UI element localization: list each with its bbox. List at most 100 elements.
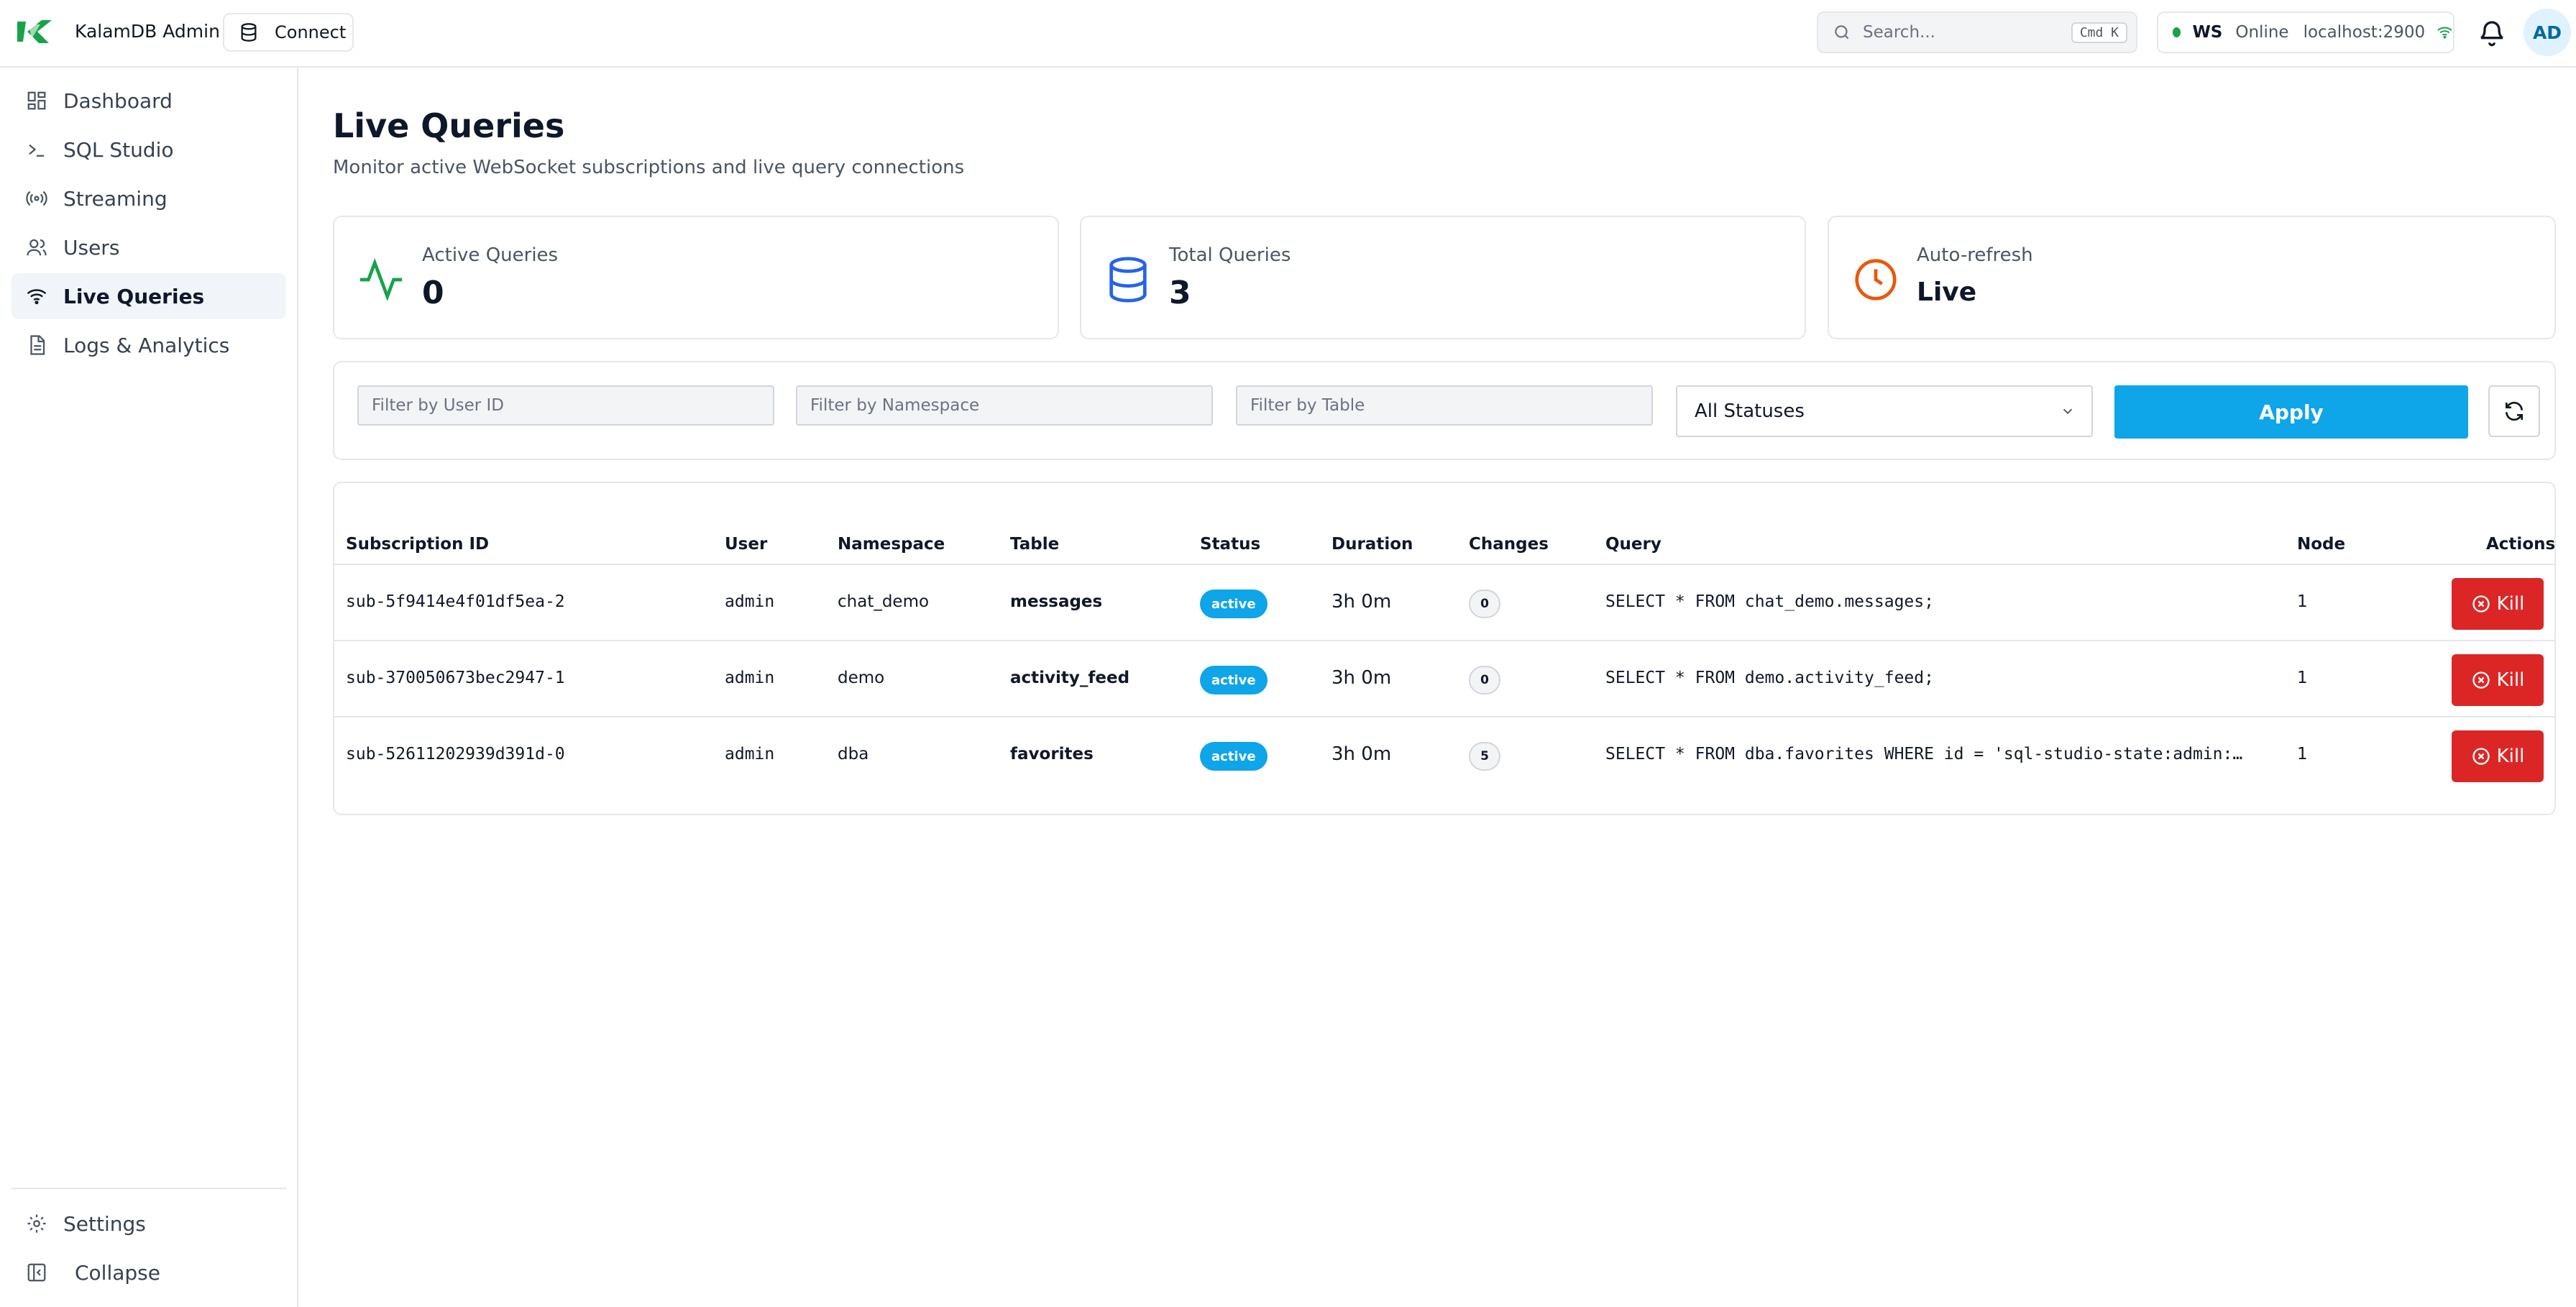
stat-label: Total Queries (1169, 244, 1291, 266)
stat-card-auto-refresh: Auto-refresh Live (1828, 216, 2556, 339)
status-dot (2173, 27, 2181, 37)
kill-label: Kill (2496, 669, 2525, 691)
chevron-down-icon (2063, 408, 2073, 415)
table-row: sub-370050673bec2947-1 admin demo activi… (334, 641, 2554, 717)
gear-icon (27, 1214, 46, 1233)
column-header: User (725, 535, 768, 554)
user-id-filter-input[interactable] (357, 385, 774, 426)
subscription-id: sub-52611202939d391d-0 (346, 745, 565, 763)
page-title: Live Queries (333, 106, 565, 145)
panel-collapse-icon (27, 1263, 46, 1282)
namespace-cell: demo (838, 669, 885, 687)
sidebar-item-label: SQL Studio (63, 137, 174, 162)
radio-icon (26, 191, 47, 206)
kill-label: Kill (2496, 746, 2525, 767)
sidebar-item-settings[interactable]: Settings (12, 1201, 286, 1247)
ws-status: Online (2235, 23, 2289, 42)
table-filter-input[interactable] (1236, 385, 1653, 426)
filter-bar: All Statuses Apply (333, 361, 2556, 460)
wifi-icon (2437, 27, 2452, 39)
user-cell: admin (725, 592, 775, 611)
subscription-id: sub-370050673bec2947-1 (346, 669, 565, 687)
sidebar-item-label: Logs & Analytics (63, 333, 230, 357)
sidebar-item-label: Streaming (63, 186, 168, 211)
column-header: Node (2297, 535, 2346, 554)
query-cell: SELECT * FROM chat_demo.messages; (1605, 592, 1934, 611)
top-bar: KalamDB Admin Connect Search... Cmd K WS… (0, 0, 2576, 68)
table-cell: activity_feed (1010, 669, 1130, 687)
status-select[interactable]: All Statuses (1676, 385, 2093, 437)
sidebar-item-live-queries[interactable]: Live Queries (12, 273, 286, 319)
sidebar-item-label: Settings (63, 1211, 146, 1236)
node-cell: 1 (2297, 592, 2308, 611)
kill-button[interactable]: Kill (2452, 730, 2544, 782)
sidebar: Dashboard SQL Studio Streaming Users Liv… (0, 68, 298, 1307)
database-icon (241, 23, 257, 42)
terminal-icon (29, 144, 44, 157)
column-header: Query (1605, 535, 1661, 554)
column-header: Subscription ID (346, 535, 490, 554)
wifi-icon (27, 289, 47, 305)
sidebar-item-dashboard[interactable]: Dashboard (12, 78, 286, 124)
search-shortcut: Cmd K (2071, 22, 2127, 43)
duration-cell: 3h 0m (1331, 743, 1392, 765)
database-icon (1109, 257, 1147, 303)
sidebar-item-label: Dashboard (63, 88, 173, 113)
table-row: sub-52611202939d391d-0 admin dba favorit… (334, 717, 2554, 794)
stat-card-total-queries: Total Queries 3 (1080, 216, 1806, 339)
node-cell: 1 (2297, 745, 2308, 763)
kalamdb-logo-icon[interactable] (16, 17, 53, 46)
search-placeholder: Search... (1863, 23, 1935, 42)
app-title: KalamDB Admin (75, 21, 220, 42)
bell-icon[interactable] (2478, 19, 2506, 47)
query-cell: SELECT * FROM dba.favorites WHERE id = '… (1605, 745, 2243, 763)
column-header: Changes (1469, 535, 1549, 554)
sidebar-item-users[interactable]: Users (12, 224, 286, 270)
changes-count: 0 (1469, 666, 1500, 694)
stat-label: Active Queries (422, 244, 559, 266)
sidebar-collapse-button[interactable]: Collapse (12, 1249, 286, 1295)
namespace-filter-input[interactable] (796, 385, 1213, 426)
activity-icon (359, 258, 403, 301)
kill-button[interactable]: Kill (2452, 654, 2544, 706)
users-icon (27, 239, 47, 256)
ws-label: WS (2192, 23, 2223, 42)
live-queries-table: Subscription ID User Namespace Table Sta… (333, 482, 2556, 815)
connect-button[interactable]: Connect (223, 13, 354, 52)
sidebar-item-logs-analytics[interactable]: Logs & Analytics (12, 322, 286, 368)
search-icon (1835, 25, 1849, 40)
refresh-icon (2506, 401, 2523, 421)
table-cell: messages (1010, 592, 1103, 611)
kill-button[interactable]: Kill (2452, 578, 2544, 630)
sidebar-item-streaming[interactable]: Streaming (12, 175, 286, 221)
table-cell: favorites (1010, 745, 1094, 763)
refresh-button[interactable] (2488, 385, 2540, 437)
dashboard-icon (27, 91, 46, 110)
stat-card-active-queries: Active Queries 0 (333, 216, 1059, 339)
sidebar-item-label: Live Queries (63, 284, 205, 308)
x-circle-icon (2472, 671, 2490, 689)
page-subtitle: Monitor active WebSocket subscriptions a… (333, 157, 965, 178)
duration-cell: 3h 0m (1331, 667, 1392, 689)
sidebar-item-label: Users (63, 235, 120, 260)
changes-count: 5 (1469, 742, 1500, 771)
x-circle-icon (2472, 748, 2490, 765)
sidebar-item-label: Collapse (75, 1260, 160, 1285)
namespace-cell: chat_demo (838, 592, 930, 611)
search-input[interactable]: Search... Cmd K (1817, 12, 2137, 53)
stat-label: Auto-refresh (1917, 244, 2033, 266)
apply-button[interactable]: Apply (2114, 385, 2468, 439)
query-cell: SELECT * FROM demo.activity_feed; (1605, 669, 1934, 687)
connection-status[interactable]: WS Online localhost:2900 (2157, 12, 2454, 53)
file-icon (30, 335, 45, 355)
clock-icon (1855, 259, 1897, 301)
column-header: Duration (1331, 535, 1413, 554)
subscription-id: sub-5f9414e4f01df5ea-2 (346, 592, 565, 611)
changes-count: 0 (1469, 590, 1500, 618)
status-badge: active (1200, 666, 1268, 694)
table-row: sub-5f9414e4f01df5ea-2 admin chat_demo m… (334, 565, 2554, 641)
connect-label: Connect (275, 22, 347, 42)
status-badge: active (1200, 590, 1268, 618)
avatar[interactable]: AD (2524, 9, 2571, 56)
sidebar-item-sql-studio[interactable]: SQL Studio (12, 127, 286, 173)
